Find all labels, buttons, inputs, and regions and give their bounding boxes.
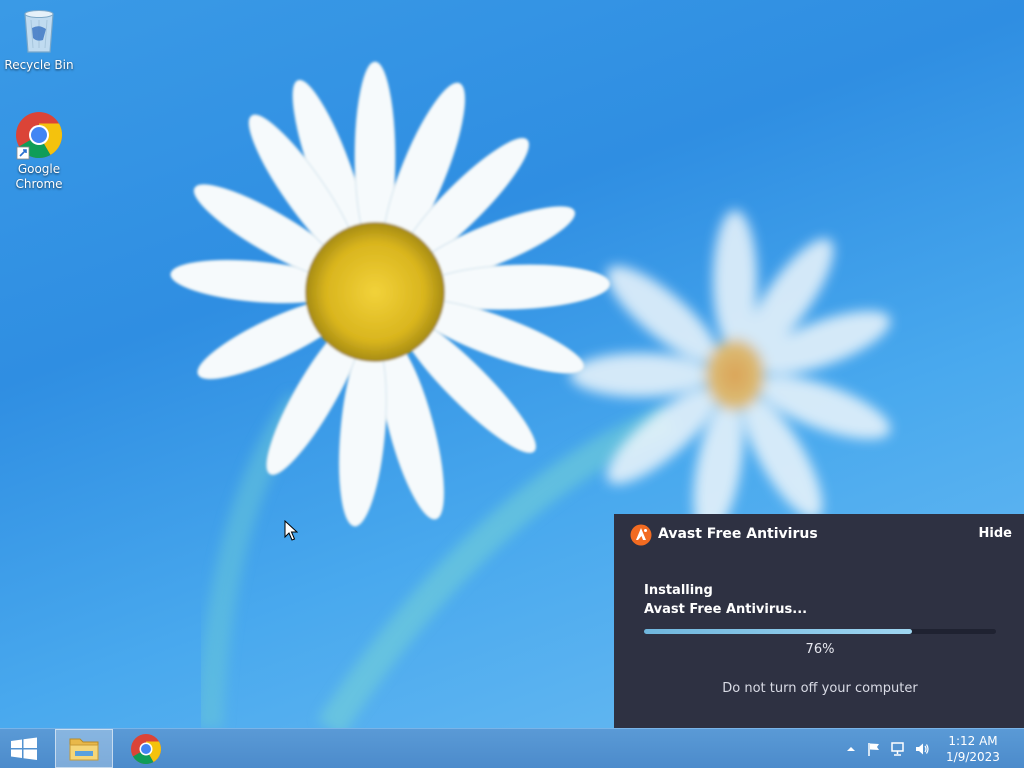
desktop[interactable]: Recycle Bin Google Chrome Avast Free Ant… <box>0 0 1024 728</box>
volume-icon[interactable] <box>914 741 930 757</box>
install-warning-text: Do not turn off your computer <box>722 681 918 696</box>
avast-logo-icon <box>630 524 652 546</box>
avast-install-notification: Avast Free Antivirus Hide Installing Ava… <box>614 514 1024 728</box>
folder-icon <box>69 738 99 761</box>
taskbar-google-chrome[interactable] <box>118 729 174 768</box>
install-progress-fill <box>644 629 912 634</box>
windows-logo-icon <box>11 737 37 760</box>
install-status-line2: Avast Free Antivirus... <box>644 602 808 617</box>
chrome-icon <box>15 110 63 160</box>
install-progress-percent: 76% <box>805 642 835 657</box>
mouse-cursor-icon <box>284 520 298 541</box>
desktop-icon-recycle-bin[interactable]: Recycle Bin <box>1 6 77 73</box>
desktop-icon-google-chrome[interactable]: Google Chrome <box>1 110 77 192</box>
install-progress-bar <box>644 629 996 634</box>
recycle-bin-label: Recycle Bin <box>4 58 74 72</box>
chrome-icon <box>131 734 162 765</box>
taskbar-file-explorer[interactable] <box>55 729 113 768</box>
hide-button[interactable]: Hide <box>979 526 1012 541</box>
network-icon[interactable] <box>890 741 906 757</box>
google-chrome-label: Google Chrome <box>15 162 63 191</box>
flag-icon[interactable] <box>866 741 882 757</box>
avast-title: Avast Free Antivirus <box>658 526 818 542</box>
taskbar-clock[interactable]: 1:12 AM 1/9/2023 <box>944 733 1002 765</box>
recycle-bin-icon <box>15 6 63 56</box>
start-button[interactable] <box>0 729 48 768</box>
install-status: Installing Avast Free Antivirus... <box>644 581 807 619</box>
show-hidden-icons-icon[interactable] <box>843 741 859 757</box>
clock-date: 1/9/2023 <box>946 750 1000 764</box>
taskbar: 1:12 AM 1/9/2023 <box>0 728 1024 768</box>
install-status-line1: Installing <box>644 583 713 598</box>
clock-time: 1:12 AM <box>948 734 998 748</box>
